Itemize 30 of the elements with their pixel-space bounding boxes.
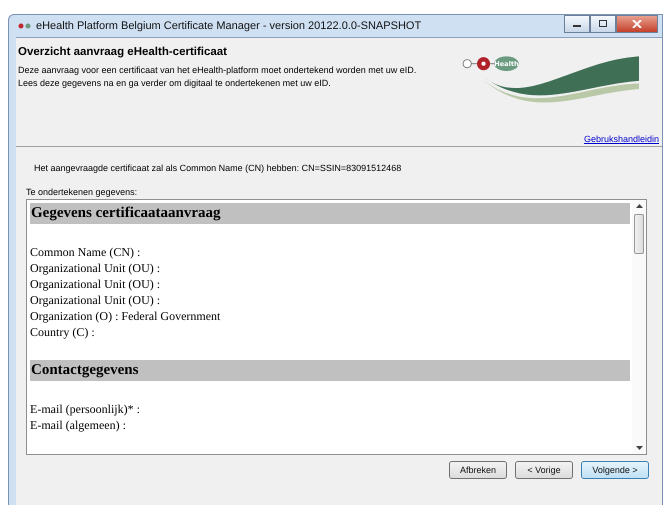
document-label: Te ondertekenen gegevens: <box>26 187 138 197</box>
section-heading: Contactgegevens <box>30 360 630 381</box>
maximize-icon <box>598 20 608 28</box>
scrollbar-thumb[interactable] <box>634 214 644 254</box>
scroll-up-icon[interactable] <box>636 204 642 208</box>
field-label: E-mail (algemeen) : <box>30 417 127 433</box>
user-manual-link[interactable]: Gebrukshandleidin <box>584 134 659 144</box>
window-title: eHealth Platform Belgium Certificate Manager - version 20122.0.0-SNAPSHOT <box>36 20 422 32</box>
field-label: Organizational Unit (OU) : <box>30 292 162 308</box>
close-icon <box>632 20 642 28</box>
close-button[interactable] <box>616 15 658 33</box>
wizard-button[interactable]: < Vorige <box>515 461 573 479</box>
section-heading: Gegevens certificaataanvraag <box>30 203 630 224</box>
field-label: Country (C) : <box>30 324 96 340</box>
scrollbar[interactable] <box>632 200 646 454</box>
wizard-button[interactable]: Afbreken <box>448 461 507 479</box>
app-icon <box>18 23 32 29</box>
field-label: E-mail (persoonlijk)* : <box>30 401 141 417</box>
field-label: Organization (O) : Federal Government <box>30 308 222 324</box>
common-name-notice: Het aangevraagde certificaat zal als Common Name (CN) hebben: CN=SSIN=83091512468 <box>34 163 402 173</box>
wizard-button[interactable]: Volgende > <box>581 461 649 479</box>
field-label: Common Name (CN) : <box>30 244 142 260</box>
page-heading: Overzicht aanvraag eHealth-certificaat <box>18 46 228 58</box>
description-text: Lees deze gegevens na en ga verder om digitaal te ondertekenen met uw eID. <box>18 77 332 90</box>
minimize-button[interactable] <box>564 15 590 33</box>
field-label: Organizational Unit (OU) : <box>30 276 162 292</box>
field-label: Organizational Unit (OU) : <box>30 260 162 276</box>
maximize-button[interactable] <box>590 15 616 33</box>
description-text: Deze aanvraag voor een certificaat van het eHealth-platform moet ondertekend worden met uw eID. <box>18 64 418 77</box>
scroll-down-icon[interactable] <box>636 446 642 450</box>
